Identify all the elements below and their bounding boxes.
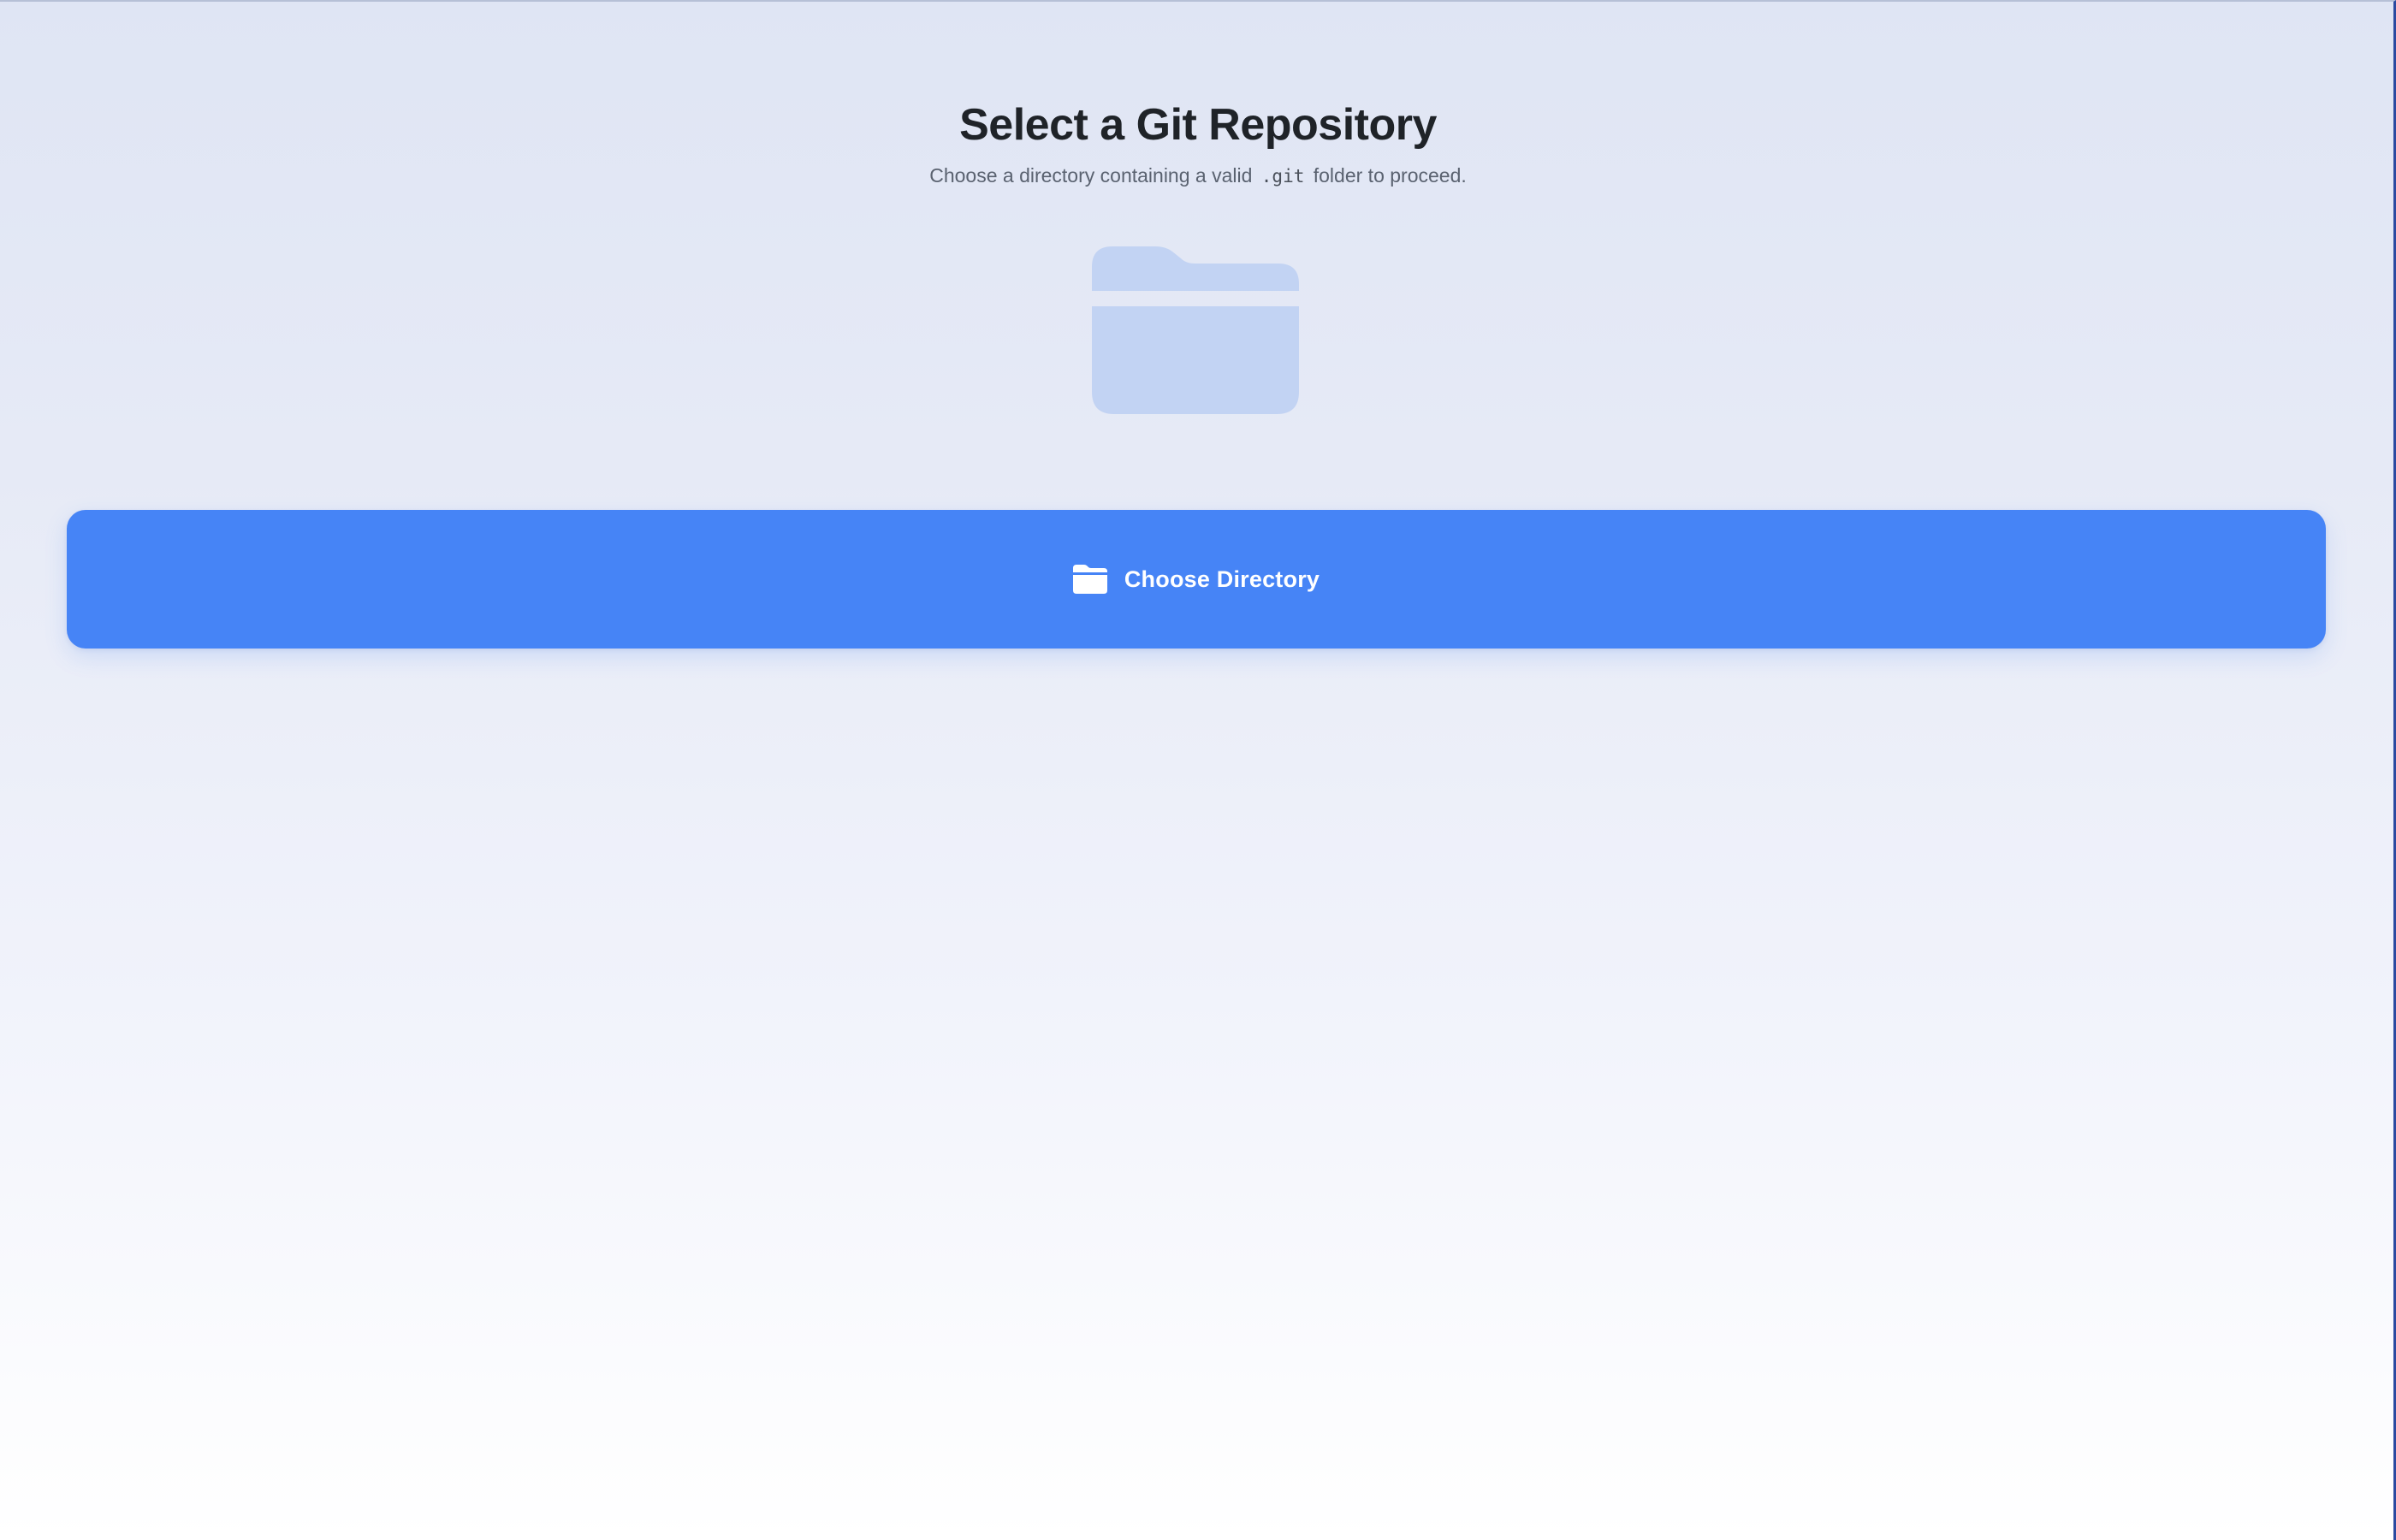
page-title: Select a Git Repository (959, 100, 1437, 150)
choose-directory-button[interactable]: Choose Directory (67, 510, 2326, 649)
subtitle-text-start: Choose a directory containing a valid (929, 164, 1253, 187)
choose-directory-label: Choose Directory (1124, 566, 1320, 592)
folder-icon (1092, 246, 1299, 414)
page-subtitle: Choose a directory containing a valid .g… (0, 161, 2396, 191)
git-folder-code: .git (1260, 166, 1305, 187)
choose-directory-content: Choose Directory (1072, 565, 1320, 594)
folder-open-icon (1072, 565, 1107, 594)
subtitle-text-end: folder to proceed. (1313, 164, 1467, 187)
